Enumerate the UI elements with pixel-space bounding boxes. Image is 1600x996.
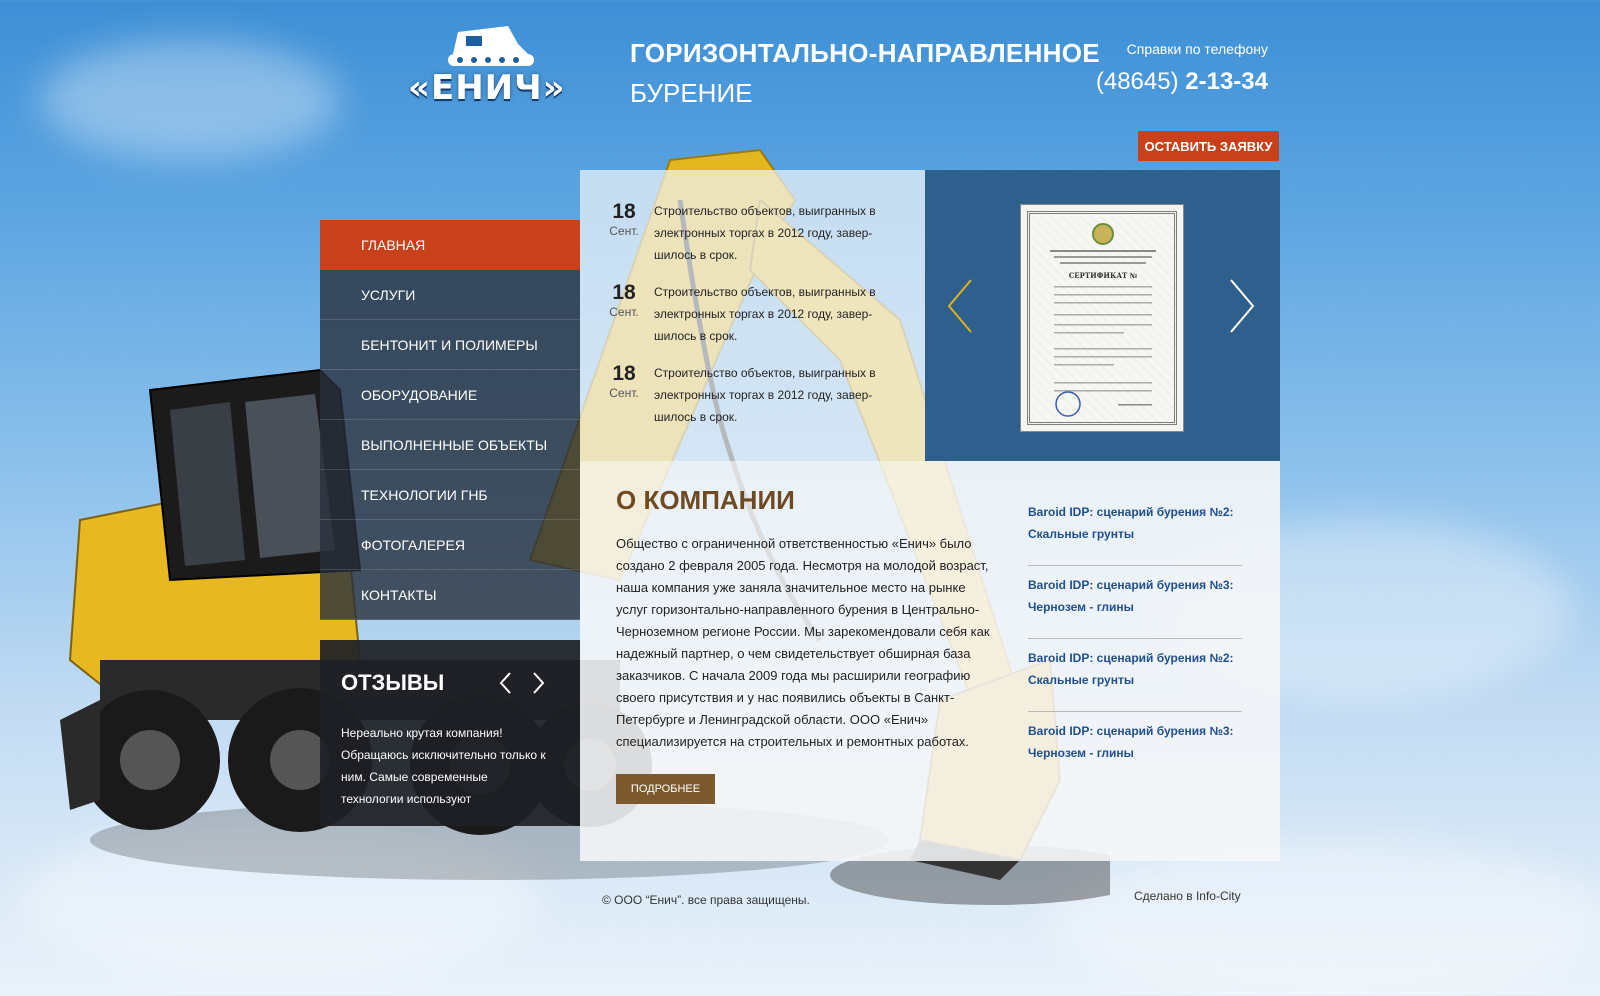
- slider-next-icon[interactable]: [1227, 278, 1257, 334]
- menu-item-label: ФОТОГАЛЕРЕЯ: [361, 536, 465, 553]
- certificate-frame: СЕРТИФИКАТ №: [1027, 211, 1177, 425]
- article-link[interactable]: Baroid IDP: сценарий бурения №2: Скальны…: [1028, 501, 1242, 545]
- copyright: © ООО “Енич”. все права защищены.: [602, 893, 810, 907]
- phone-label: Справки по телефону: [1126, 41, 1268, 57]
- menu-item-technologies[interactable]: ТЕХНОЛОГИИ ГНБ: [320, 470, 580, 520]
- phone-code: (48645): [1095, 68, 1179, 95]
- menu-item-gallery[interactable]: ФОТОГАЛЕРЕЯ: [320, 520, 580, 570]
- news-text: Строительство объектов, выигранных в эле…: [654, 204, 876, 262]
- cert-heading: СЕРТИФИКАТ №: [1069, 271, 1138, 280]
- article-link[interactable]: Baroid IDP: сценарий бурения №3: Чернозе…: [1028, 720, 1242, 764]
- logo-text: «ЕНИЧ»: [408, 68, 566, 108]
- menu-item-label: ГЛАВНАЯ: [361, 236, 426, 253]
- request-button[interactable]: ОСТАВИТЬ ЗАЯВКУ: [1138, 131, 1279, 161]
- news-item[interactable]: 18 Сент. Строительство объектов, выигран…: [608, 281, 908, 347]
- menu-item-label: ТЕХНОЛОГИИ ГНБ: [361, 486, 488, 503]
- article-link[interactable]: Baroid IDP: сценарий бурения №2: Скальны…: [1028, 647, 1242, 691]
- review-text: Нереально крутая компания! Обращаюсь иск…: [341, 726, 546, 806]
- news-day: 18: [612, 281, 636, 304]
- news-day: 18: [612, 200, 636, 223]
- menu-item-home[interactable]: ГЛАВНАЯ: [320, 220, 580, 270]
- menu-item-label: КОНТАКТЫ: [361, 586, 437, 603]
- main-menu: ГЛАВНАЯ УСЛУГИ БЕНТОНИТ И ПОЛИМЕРЫ ОБОРУ…: [320, 220, 580, 620]
- menu-item-bentonite[interactable]: БЕНТОНИТ И ПОЛИМЕРЫ: [320, 320, 580, 370]
- menu-item-label: УСЛУГИ: [361, 286, 416, 303]
- background-cloud: [1050, 840, 1600, 996]
- article-link-item: Baroid IDP: сценарий бурения №2: Скальны…: [1028, 493, 1242, 566]
- article-link-item: Baroid IDP: сценарий бурения №2: Скальны…: [1028, 639, 1242, 712]
- menu-item-label: ВЫПОЛНЕННЫЕ ОБЪЕКТЫ: [361, 436, 548, 453]
- excavator-logo-icon: [448, 26, 534, 66]
- slider-prev-icon[interactable]: [945, 278, 975, 334]
- menu-item-equipment[interactable]: ОБОРУДОВАНИЕ: [320, 370, 580, 420]
- news-list: 18 Сент. Строительство объектов, выигран…: [580, 170, 925, 461]
- menu-item-label: БЕНТОНИТ И ПОЛИМЕРЫ: [361, 336, 538, 353]
- news-text: Строительство объектов, выигранных в эле…: [654, 285, 876, 343]
- developer-link[interactable]: Сделано в Info-City: [1134, 889, 1241, 903]
- news-month: Сент.: [609, 305, 639, 319]
- reviews-prev-icon[interactable]: [495, 669, 517, 697]
- article-link-item: Baroid IDP: сценарий бурения №3: Чернозе…: [1028, 566, 1242, 639]
- phone-number: (48645) 2-13-34: [1060, 68, 1268, 96]
- certificate-image[interactable]: СЕРТИФИКАТ №: [1020, 204, 1184, 432]
- about-title: О КОМПАНИИ: [616, 485, 795, 515]
- reviews-title: ОТЗЫВЫ: [341, 670, 445, 695]
- reviews-next-icon[interactable]: [527, 669, 549, 697]
- article-link-item: Baroid IDP: сценарий бурения №3: Чернозе…: [1028, 712, 1242, 785]
- about-text: Общество с ограниченной ответственностью…: [616, 536, 990, 749]
- emblem-icon: СЕРТИФИКАТ №: [1050, 223, 1156, 417]
- news-item[interactable]: 18 Сент. Строительство объектов, выигран…: [608, 200, 908, 266]
- news-text: Строительство объектов, выигранных в эле…: [654, 366, 876, 424]
- certificate-slider: СЕРТИФИКАТ №: [925, 170, 1280, 461]
- article-link[interactable]: Baroid IDP: сценарий бурения №3: Чернозе…: [1028, 574, 1242, 618]
- about-section: О КОМПАНИИ Общество с ограниченной ответ…: [580, 461, 1280, 861]
- article-links: Baroid IDP: сценарий бурения №2: Скальны…: [1028, 493, 1242, 785]
- menu-item-services[interactable]: УСЛУГИ: [320, 270, 580, 320]
- menu-item-label: ОБОРУДОВАНИЕ: [361, 386, 478, 403]
- news-day: 18: [612, 362, 636, 385]
- company-logo[interactable]: «ЕНИЧ»: [408, 24, 566, 108]
- news-month: Сент.: [609, 224, 639, 238]
- reviews-block: ОТЗЫВЫ Нереально крутая компания! Обраща…: [320, 640, 580, 826]
- site-title-line2: БУРЕНИЕ: [630, 78, 753, 108]
- news-month: Сент.: [609, 386, 639, 400]
- news-item[interactable]: 18 Сент. Строительство объектов, выигран…: [608, 362, 908, 428]
- menu-item-projects[interactable]: ВЫПОЛНЕННЫЕ ОБЪЕКТЫ: [320, 420, 580, 470]
- menu-item-contacts[interactable]: КОНТАКТЫ: [320, 570, 580, 620]
- more-button[interactable]: ПОДРОБНЕЕ: [616, 774, 715, 804]
- phone-main: 2-13-34: [1185, 68, 1268, 95]
- site-title-line1: ГОРИЗОНТАЛЬНО-НАПРАВЛЕННОЕ: [630, 38, 1100, 68]
